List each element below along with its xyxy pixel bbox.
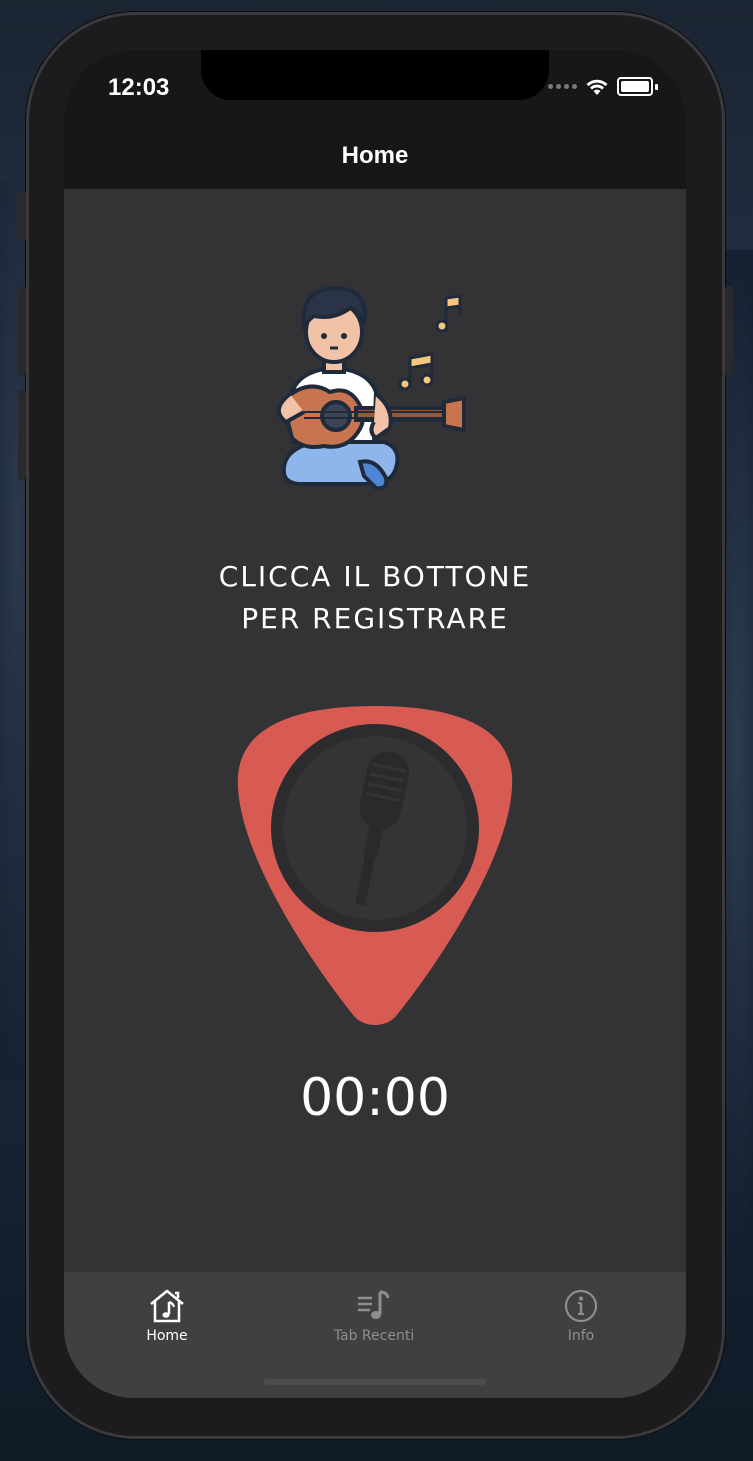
music-list-icon (358, 1290, 390, 1319)
notch (201, 50, 549, 100)
music-note-icon (398, 294, 462, 391)
tab-bar: Home Tab Recenti Info (64, 1272, 686, 1398)
battery-tip (655, 83, 658, 90)
info-icon (564, 1289, 598, 1323)
tab-home-label: Home (146, 1328, 188, 1344)
side-button-volume-down (18, 390, 26, 480)
recording-timer: 00:00 (300, 1068, 450, 1128)
record-button[interactable] (236, 704, 514, 1029)
record-instructions-line1: CLICCA IL BOTTONE (218, 560, 532, 593)
record-instructions: CLICCA IL BOTTONE PER REGISTRARE (64, 556, 686, 640)
home-music-icon (150, 1289, 184, 1323)
tab-recent[interactable]: Tab Recenti (304, 1288, 444, 1344)
status-indicators (548, 77, 658, 96)
tab-info-label: Info (567, 1328, 595, 1344)
wifi-icon (586, 79, 608, 95)
page-title: Home (341, 142, 409, 169)
signal-icon (548, 84, 577, 89)
app-screen: 12:03 Home CLICCA IL BOTTONE PER REGISTR… (64, 50, 686, 1398)
tab-recent-label: Tab Recenti (333, 1328, 415, 1344)
home-indicator[interactable] (264, 1379, 486, 1385)
guitarist-illustration (277, 285, 466, 491)
record-instructions-line2: PER REGISTRARE (241, 602, 509, 635)
side-button-silent (18, 190, 26, 242)
navigation-bar: 12:03 Home (64, 50, 686, 189)
side-button-volume-up (18, 286, 26, 376)
tab-home[interactable]: Home (97, 1288, 237, 1344)
tab-info[interactable]: Info (511, 1288, 651, 1344)
status-time: 12:03 (108, 74, 170, 101)
side-button-power (725, 286, 733, 376)
battery-icon (617, 77, 653, 96)
